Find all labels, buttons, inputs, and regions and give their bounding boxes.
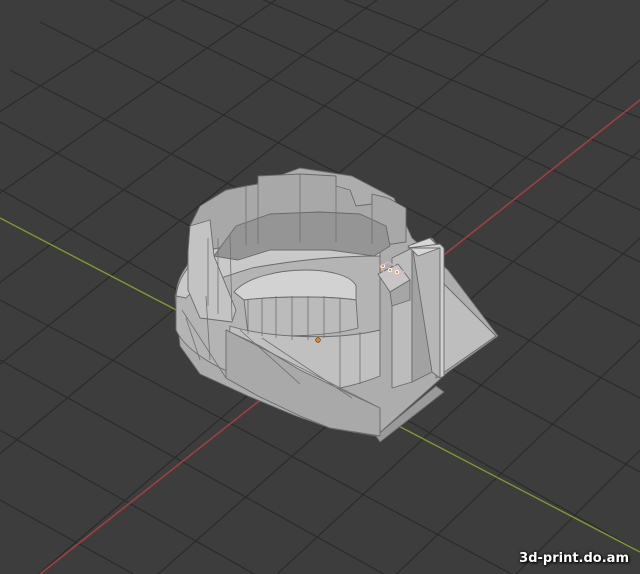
inner-ring-wall	[243, 296, 359, 337]
viewport-canvas[interactable]	[0, 0, 640, 574]
watermark-text: 3d-print.do.am	[519, 551, 629, 566]
object-origin-marker[interactable]	[315, 337, 321, 343]
3d-viewport[interactable]: 3d-print.do.am	[0, 0, 640, 574]
